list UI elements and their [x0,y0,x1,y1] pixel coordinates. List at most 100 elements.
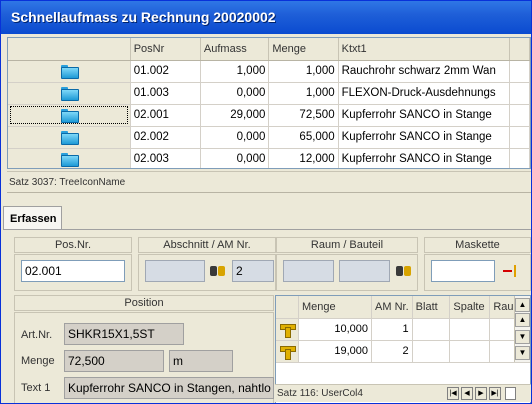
menge-label: Menge [21,355,55,367]
row-icon-cell[interactable] [276,340,299,363]
window-title: Schnellaufmass zu Rechnung 20020002 [11,9,276,25]
maskette-header: Maskette [424,237,531,253]
cell-posnr[interactable]: 02.001 [130,104,201,127]
artnr-field[interactable]: SHKR15X1,5ST [64,323,184,345]
cell-filler [509,82,530,105]
folder-icon [60,64,79,79]
cell-ktxt1[interactable]: Kupferrohr SANCO in Stange [338,126,511,149]
scroll-bottom-icon[interactable]: ▼ [515,346,530,360]
cell-menge[interactable]: 65,000 [268,126,339,149]
table-row-selected[interactable]: 02.001 29,000 72,500 Kupferrohr SANCO in… [8,104,530,127]
grid-header-posnr[interactable]: PosNr [130,38,201,61]
cell-amnr[interactable]: 2 [371,340,413,363]
abschnitt-field[interactable] [145,260,205,282]
cell-aufmass[interactable]: 29,000 [200,104,270,127]
nav-first-icon[interactable]: |◀ [447,387,459,400]
row-icon-cell[interactable] [8,148,131,168]
tab-erfassen[interactable]: Erfassen [3,206,62,229]
raum-field[interactable] [283,260,334,282]
bauteil-field[interactable] [339,260,390,282]
subgrid-header-icon[interactable] [276,296,299,319]
text1-label: Text 1 [21,382,51,394]
grid-status-bar: Satz 3037: TreeIconName [7,171,531,193]
position-header: Position [14,295,274,311]
cell-posnr[interactable]: 01.002 [130,60,201,83]
cell-menge[interactable]: 19,000 [298,340,373,363]
table-row[interactable]: 02.002 0,000 65,000 Kupferrohr SANCO in … [8,126,530,149]
cell-filler [509,148,530,168]
table-row[interactable]: 10,000 1 [276,318,530,341]
folder-icon [60,86,79,101]
menge-field[interactable]: 72,500 [64,350,164,372]
grid-header-menge[interactable]: Menge [268,38,339,61]
tool-icon [279,344,296,360]
subgrid-header-menge[interactable]: Menge [298,296,373,319]
row-icon-cell[interactable] [8,104,131,127]
maskette-field[interactable] [431,260,495,282]
row-icon-cell[interactable] [276,318,299,341]
cell-aufmass[interactable]: 0,000 [200,126,270,149]
cell-menge[interactable]: 12,000 [268,148,339,168]
grid-header-icon[interactable] [8,38,131,61]
cell-menge[interactable]: 72,500 [268,104,339,127]
raum-header: Raum / Bauteil [276,237,418,253]
cell-posnr[interactable]: 02.003 [130,148,201,168]
subgrid-header-spalte[interactable]: Spalte [449,296,491,319]
row-icon-cell[interactable] [8,82,131,105]
nav-next-icon[interactable]: ▶ [475,387,487,400]
scroll-down-icon[interactable]: ▼ [515,330,530,344]
positions-grid[interactable]: PosNr Aufmass Menge Ktxt1 01.002 1,000 1… [7,37,531,169]
subgrid-header-amnr[interactable]: AM Nr. [371,296,413,319]
cell-aufmass[interactable]: 0,000 [200,82,270,105]
title-bar[interactable]: Schnellaufmass zu Rechnung 20020002 [1,1,531,34]
posnr-field[interactable]: 02.001 [21,260,125,282]
subgrid-header-blatt[interactable]: Blatt [412,296,451,319]
cell-ktxt1[interactable]: Kupferrohr SANCO in Stange [338,104,511,127]
einheit-field[interactable]: m [169,350,233,372]
table-row[interactable]: 02.003 0,000 12,000 Kupferrohr SANCO in … [8,148,530,168]
grid-header-ktxt1[interactable]: Ktxt1 [338,38,511,61]
table-row[interactable]: 19,000 2 [276,340,530,363]
cell-ktxt1[interactable]: FLEXON-Druck-Ausdehnungs [338,82,511,105]
posnr-header: Pos.Nr. [14,237,132,253]
cell-menge[interactable]: 1,000 [268,82,339,105]
cell-ktxt1[interactable]: Kupferrohr SANCO in Stange [338,148,511,168]
binoculars-icon[interactable] [209,263,227,277]
cell-blatt[interactable] [412,318,451,341]
artnr-label: Art.Nr. [21,329,53,341]
cell-menge[interactable]: 10,000 [298,318,373,341]
subgrid-vertical-scrollbar[interactable]: ▲ ▲ ▼ ▼ [514,296,530,362]
cell-amnr[interactable]: 1 [371,318,413,341]
scroll-top-icon[interactable]: ▲ [515,298,530,312]
folder-icon [60,108,79,123]
nav-prev-icon[interactable]: ◀ [461,387,473,400]
new-record-icon[interactable] [505,387,516,400]
cell-posnr[interactable]: 01.003 [130,82,201,105]
cell-spalte[interactable] [449,340,491,363]
text1-field[interactable]: Kupferrohr SANCO in Stangen, nahtlo [64,377,274,399]
cell-spalte[interactable] [449,318,491,341]
nav-last-icon[interactable]: ▶| [489,387,501,400]
scroll-up-icon[interactable]: ▲ [515,313,530,327]
insert-arrow-icon[interactable] [501,264,517,278]
cell-posnr[interactable]: 02.002 [130,126,201,149]
table-row[interactable]: 01.002 1,000 1,000 Rauchrohr schwarz 2mm… [8,60,530,83]
cell-ktxt1[interactable]: Rauchrohr schwarz 2mm Wan [338,60,511,83]
am-nr-field[interactable]: 2 [232,260,274,282]
row-icon-cell[interactable] [8,126,131,149]
cell-aufmass[interactable]: 1,000 [200,60,270,83]
grid-header-filler [509,38,530,61]
cell-aufmass[interactable]: 0,000 [200,148,270,168]
tool-icon [279,322,296,338]
folder-icon [60,130,79,145]
cell-filler [509,126,530,149]
row-icon-cell[interactable] [8,60,131,83]
cell-filler [509,60,530,83]
app-window: Schnellaufmass zu Rechnung 20020002 PosN… [0,0,532,404]
cell-menge[interactable]: 1,000 [268,60,339,83]
cell-blatt[interactable] [412,340,451,363]
binoculars-icon[interactable] [395,263,413,277]
grid-header-row: PosNr Aufmass Menge Ktxt1 [8,38,530,61]
table-row[interactable]: 01.003 0,000 1,000 FLEXON-Druck-Ausdehnu… [8,82,530,105]
grid-header-aufmass[interactable]: Aufmass [200,38,270,61]
